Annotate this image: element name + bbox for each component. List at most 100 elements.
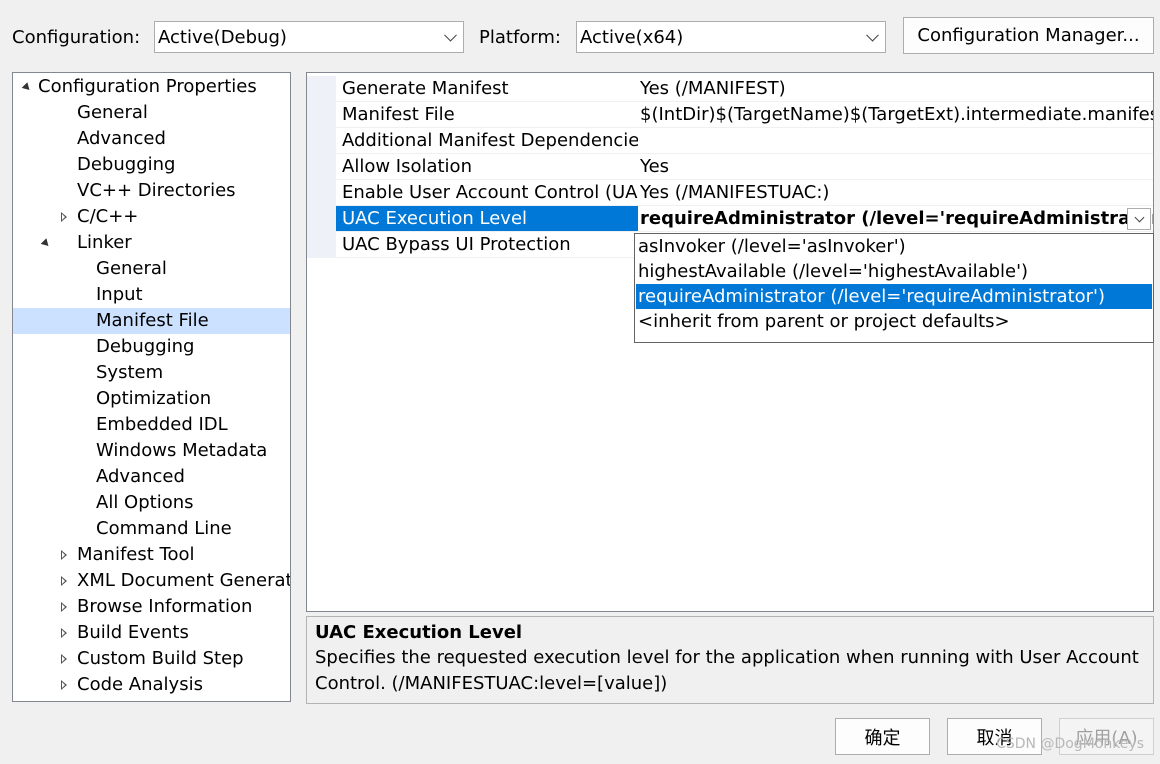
property-row-uac-execution-level[interactable]: UAC Execution Level requireAdministrator … <box>307 206 1153 232</box>
property-row-manifest-file[interactable]: Manifest File $(IntDir)$(TargetName)$(Tar… <box>307 102 1153 128</box>
chevron-down-icon <box>1134 212 1145 223</box>
collapsed-triangle-icon[interactable] <box>61 576 67 586</box>
tree-item-code-analysis[interactable]: Code Analysis <box>13 672 290 698</box>
tree-item-label: All Options <box>96 492 194 513</box>
tree-item-debugging[interactable]: Debugging <box>13 152 290 178</box>
tree-item-c-c[interactable]: C/C++ <box>13 204 290 230</box>
collapsed-triangle-icon[interactable] <box>61 654 67 664</box>
tree-item-label: Debugging <box>96 336 195 357</box>
tree-item-label: Manifest File <box>96 310 209 331</box>
tree-item-debugging[interactable]: Debugging <box>13 334 290 360</box>
tree-item-label: VC++ Directories <box>77 180 236 201</box>
tree-item-browse-information[interactable]: Browse Information <box>13 594 290 620</box>
property-row-additional-manifest-dependencies[interactable]: Additional Manifest Dependencies <box>307 128 1153 154</box>
configuration-combo[interactable]: Active(Debug) <box>154 21 464 53</box>
expanded-triangle-icon[interactable] <box>40 238 52 249</box>
tree-item-label: Optimization <box>96 388 212 409</box>
property-row-gutter <box>307 206 336 232</box>
platform-combo[interactable]: Active(x64) <box>576 21 886 53</box>
description-title: UAC Execution Level <box>315 622 523 643</box>
platform-combo-value: Active(x64) <box>580 26 684 48</box>
property-value[interactable]: requireAdministrator (/level='requireAdm… <box>639 206 1153 232</box>
tree-item-xml-document-generator[interactable]: XML Document Generator <box>13 568 290 594</box>
configuration-manager-button[interactable]: Configuration Manager... <box>903 17 1154 54</box>
tree-item-windows-metadata[interactable]: Windows Metadata <box>13 438 290 464</box>
tree-item-general[interactable]: General <box>13 256 290 282</box>
ok-button[interactable]: 确定 <box>835 718 930 755</box>
tree-item-command-line[interactable]: Command Line <box>13 516 290 542</box>
tree-item-label: Windows Metadata <box>96 440 268 461</box>
property-value[interactable]: $(IntDir)$(TargetName)$(TargetExt).inter… <box>639 102 1153 128</box>
tree-item-advanced[interactable]: Advanced <box>13 464 290 490</box>
tree-item-label: Embedded IDL <box>96 414 228 435</box>
chevron-down-icon <box>866 28 879 42</box>
configuration-label: Configuration: <box>12 27 141 48</box>
property-row-gutter <box>307 128 336 154</box>
property-row-gutter <box>307 232 336 258</box>
property-dropdown-button[interactable] <box>1127 208 1151 230</box>
tree-item-label: Build Events <box>77 622 189 643</box>
tree-item-label: Debugging <box>77 154 176 175</box>
tree-item-label: Browse Information <box>77 596 253 617</box>
tree-item-label: XML Document Generator <box>77 570 291 591</box>
tree-item-linker[interactable]: Linker <box>13 230 290 256</box>
tree-item-label: Linker <box>77 232 132 253</box>
collapsed-triangle-icon[interactable] <box>61 212 67 222</box>
tree-item-input[interactable]: Input <box>13 282 290 308</box>
tree-item-build-events[interactable]: Build Events <box>13 620 290 646</box>
property-row-gutter <box>307 76 336 102</box>
property-row-allow-isolation[interactable]: Allow Isolation Yes <box>307 154 1153 180</box>
tree-item-label: C/C++ <box>77 206 139 227</box>
tree-item-configuration-properties[interactable]: Configuration Properties <box>13 74 290 100</box>
tree-item-label: Advanced <box>96 466 185 487</box>
dropdown-option[interactable]: <inherit from parent or project defaults… <box>636 309 1152 334</box>
tree-item-custom-build-step[interactable]: Custom Build Step <box>13 646 290 672</box>
collapsed-triangle-icon[interactable] <box>61 628 67 638</box>
property-value[interactable]: Yes (/MANIFEST) <box>639 76 1153 102</box>
tree-item-label: Advanced <box>77 128 166 149</box>
tree-item-label: System <box>96 362 164 383</box>
property-row-gutter <box>307 102 336 128</box>
tree-item-all-options[interactable]: All Options <box>13 490 290 516</box>
property-row-gutter <box>307 180 336 206</box>
tree-item-system[interactable]: System <box>13 360 290 386</box>
property-value[interactable]: Yes (/MANIFESTUAC:) <box>639 180 1153 206</box>
tree-item-label: Manifest Tool <box>77 544 195 565</box>
property-value[interactable]: Yes <box>639 154 1153 180</box>
collapsed-triangle-icon[interactable] <box>61 550 67 560</box>
dropdown-option[interactable]: highestAvailable (/level='highestAvailab… <box>636 259 1152 284</box>
tree-item-embedded-idl[interactable]: Embedded IDL <box>13 412 290 438</box>
tree-item-label: Input <box>96 284 143 305</box>
description-panel: UAC Execution Level Specifies the reques… <box>306 616 1154 704</box>
property-name: UAC Execution Level <box>336 206 638 232</box>
watermark: CSDN @DogMonkeys <box>996 736 1144 752</box>
dropdown-option[interactable]: asInvoker (/level='asInvoker') <box>636 234 1152 259</box>
collapsed-triangle-icon[interactable] <box>61 680 67 690</box>
tree-item-manifest-file[interactable]: Manifest File <box>13 308 290 334</box>
tree-item-manifest-tool[interactable]: Manifest Tool <box>13 542 290 568</box>
property-name: Manifest File <box>342 104 455 125</box>
property-pages-dialog: Configuration: Active(Debug) Platform: A… <box>0 0 1160 764</box>
property-name: UAC Bypass UI Protection <box>342 234 571 255</box>
tree-item-label: Configuration Properties <box>38 76 257 97</box>
property-row-gutter <box>307 154 336 180</box>
tree-item-vc-directories[interactable]: VC++ Directories <box>13 178 290 204</box>
property-name: Enable User Account Control (UAC) <box>342 182 638 203</box>
expanded-triangle-icon[interactable] <box>21 82 33 93</box>
property-tree[interactable]: Configuration Properties General Advanced D… <box>12 72 291 702</box>
dropdown-option[interactable]: requireAdministrator (/level='requireAdm… <box>636 284 1152 309</box>
tree-item-label: Custom Build Step <box>77 648 244 669</box>
tree-item-label: General <box>77 102 148 123</box>
property-name: Generate Manifest <box>342 78 509 99</box>
property-name: Allow Isolation <box>342 156 472 177</box>
collapsed-triangle-icon[interactable] <box>61 602 67 612</box>
tree-item-label: Code Analysis <box>77 674 203 695</box>
tree-item-optimization[interactable]: Optimization <box>13 386 290 412</box>
tree-item-general[interactable]: General <box>13 100 290 126</box>
property-row-generate-manifest[interactable]: Generate Manifest Yes (/MANIFEST) <box>307 76 1153 102</box>
tree-item-label: Command Line <box>96 518 232 539</box>
property-row-enable-user-account-control-uac[interactable]: Enable User Account Control (UAC) Yes (/M… <box>307 180 1153 206</box>
tree-item-advanced[interactable]: Advanced <box>13 126 290 152</box>
uac-level-dropdown-list[interactable]: asInvoker (/level='asInvoker') highestAva… <box>634 233 1154 343</box>
platform-label: Platform: <box>479 27 561 48</box>
